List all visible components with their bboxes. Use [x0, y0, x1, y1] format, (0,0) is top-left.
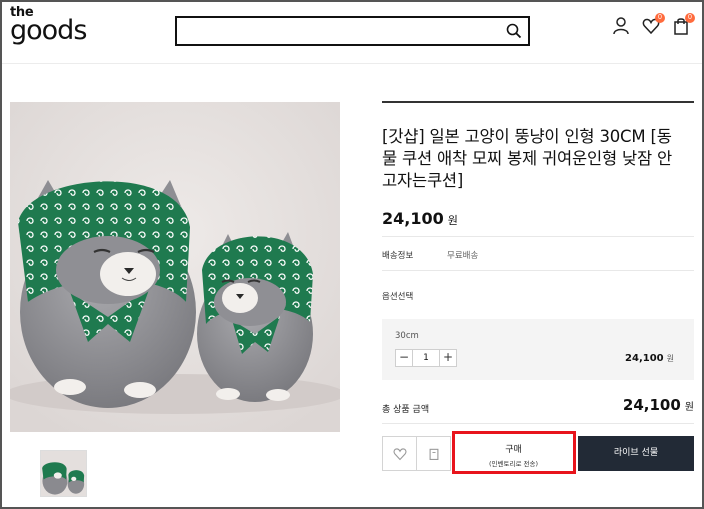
cat-plush-photo — [10, 102, 340, 432]
shipping-label: 배송정보 — [382, 251, 414, 261]
shipping-value: 무료배송 — [447, 251, 479, 261]
search-input[interactable] — [177, 18, 497, 44]
logo-text-bottom: goods — [10, 15, 87, 46]
option-price-value: 24,100 — [625, 353, 664, 364]
cart-icon — [429, 448, 439, 460]
bag-icon[interactable]: 0 — [672, 13, 695, 36]
quantity-increase-button[interactable]: + — [440, 350, 456, 366]
header-icons: 0 0 — [612, 13, 695, 38]
wishlist-count-badge: 0 — [655, 13, 665, 23]
site-logo[interactable]: the goods — [10, 6, 87, 46]
wishlist-button[interactable] — [382, 436, 417, 471]
divider — [382, 270, 694, 271]
total-price-value: 24,100 — [622, 396, 681, 414]
quantity-stepper: − 1 + — [395, 349, 457, 367]
quantity-value[interactable]: 1 — [412, 350, 440, 366]
search-bar — [175, 16, 530, 46]
option-price: 24,100 원 — [625, 353, 674, 364]
cart-count-badge: 0 — [685, 13, 695, 23]
info-top-divider — [382, 101, 694, 103]
total-price: 24,100 원 — [623, 396, 694, 414]
live-gift-button[interactable]: 라이브 선물 — [578, 436, 694, 471]
product-price-currency: 원 — [447, 214, 458, 227]
user-icon[interactable] — [612, 16, 630, 36]
product-price: 24,100 원 — [382, 209, 458, 228]
heart-icon — [393, 448, 407, 461]
option-name: 30cm — [395, 331, 419, 341]
product-price-value: 24,100 — [382, 209, 444, 228]
selected-option-box: 30cm − 1 + 24,100 원 — [382, 319, 694, 380]
site-header: the goods 0 0 — [2, 2, 702, 64]
divider — [382, 423, 694, 424]
option-select-label: 옵션선택 — [382, 292, 414, 302]
product-title: [갓샵] 일본 고양이 뚱냥이 인형 30CM [동물 쿠션 애착 모찌 봉제 … — [382, 127, 672, 190]
heart-icon[interactable]: 0 — [642, 13, 665, 36]
total-price-label: 총 상품 금액 — [382, 405, 430, 415]
divider — [382, 236, 694, 237]
add-to-cart-button[interactable] — [416, 436, 451, 471]
buy-button-label: 구매 — [505, 445, 522, 455]
search-icon[interactable] — [506, 23, 522, 39]
buy-button[interactable]: 구매 (인벤토리로 전송) — [455, 436, 572, 470]
buy-button-sublabel: (인벤토리로 전송) — [489, 460, 538, 468]
option-price-currency: 원 — [666, 354, 674, 363]
product-thumbnail[interactable] — [40, 450, 87, 497]
product-main-image[interactable] — [10, 102, 340, 432]
total-price-currency: 원 — [684, 402, 694, 413]
quantity-decrease-button[interactable]: − — [396, 350, 412, 366]
